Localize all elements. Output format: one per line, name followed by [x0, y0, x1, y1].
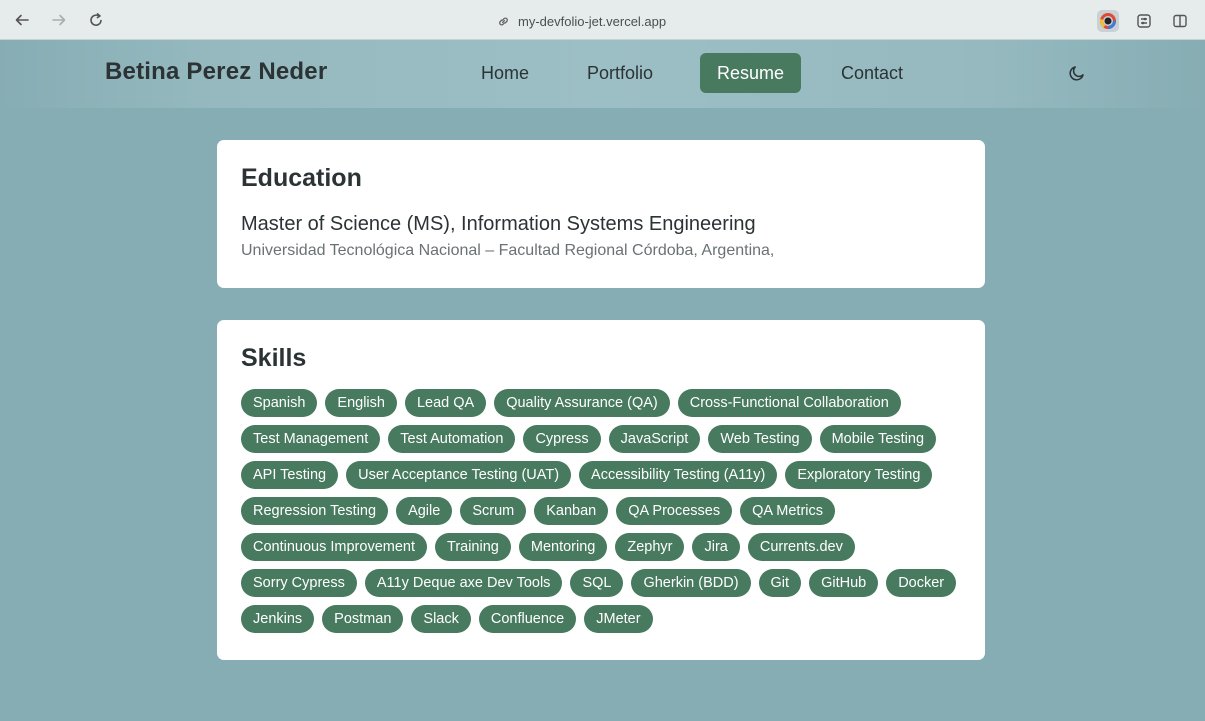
skill-tag: Accessibility Testing (A11y) — [579, 461, 778, 489]
skill-tag: Gherkin (BDD) — [631, 569, 751, 597]
theme-toggle-button[interactable] — [1066, 62, 1088, 84]
skill-tag: Confluence — [478, 605, 577, 633]
nav-home[interactable]: Home — [466, 53, 544, 93]
skill-tag: Spanish — [241, 389, 318, 417]
link-icon — [499, 17, 508, 25]
skill-tag: Docker — [886, 569, 957, 597]
skill-tag: Scrum — [460, 497, 527, 525]
forward-arrow-icon[interactable] — [49, 10, 69, 30]
skill-tag: JavaScript — [608, 425, 701, 453]
skill-tag: Slack — [411, 605, 471, 633]
nav-contact[interactable]: Contact — [826, 53, 918, 93]
skill-tag: Mentoring — [518, 533, 608, 561]
color-picker-extension-icon[interactable] — [1097, 10, 1119, 32]
skill-tag: Lead QA — [404, 389, 487, 417]
skill-tag: SQL — [570, 569, 624, 597]
skill-tag: Mobile Testing — [819, 425, 937, 453]
skill-tag: A11y Deque axe Dev Tools — [364, 569, 563, 597]
nav-portfolio[interactable]: Portfolio — [572, 53, 668, 93]
browser-toolbar: my-devfolio-jet.vercel.app — [0, 0, 1205, 40]
nav-resume[interactable]: Resume — [700, 53, 801, 93]
skill-tag: Git — [758, 569, 802, 597]
skill-tag: Exploratory Testing — [785, 461, 933, 489]
skill-tag: QA Metrics — [740, 497, 835, 525]
skill-tag: Test Management — [241, 425, 381, 453]
skill-tag: Currents.dev — [747, 533, 855, 561]
site-brand[interactable]: Betina Perez Neder — [105, 58, 327, 86]
skill-tag: Test Automation — [388, 425, 516, 453]
back-arrow-icon[interactable] — [12, 10, 32, 30]
education-card: Education Master of Science (MS), Inform… — [217, 140, 985, 288]
skill-tag: Postman — [322, 605, 404, 633]
skill-tag: Jenkins — [241, 605, 315, 633]
skill-tag: API Testing — [241, 461, 339, 489]
skill-tag: Cypress — [523, 425, 601, 453]
url-text: my-devfolio-jet.vercel.app — [518, 13, 667, 29]
skill-tag: JMeter — [584, 605, 653, 633]
skill-tag: Continuous Improvement — [241, 533, 427, 561]
skill-tag: Cross-Functional Collaboration — [677, 389, 901, 417]
skill-tag: Zephyr — [615, 533, 685, 561]
skill-tag: English — [325, 389, 397, 417]
school-name: Universidad Tecnológica Nacional – Facul… — [241, 242, 775, 259]
skills-title: Skills — [241, 344, 307, 372]
skill-tag: Jira — [692, 533, 740, 561]
skill-tag: User Acceptance Testing (UAT) — [346, 461, 572, 489]
reload-icon[interactable] — [86, 10, 106, 30]
skill-tag: Training — [435, 533, 511, 561]
skill-tag: GitHub — [809, 569, 879, 597]
moon-icon — [1069, 66, 1084, 81]
skill-tag: Agile — [396, 497, 453, 525]
address-bar[interactable]: my-devfolio-jet.vercel.app — [497, 12, 666, 30]
skill-tag: Web Testing — [708, 425, 812, 453]
skill-tag: Regression Testing — [241, 497, 389, 525]
skill-tag: Kanban — [534, 497, 609, 525]
sidebar-toggle-icon[interactable] — [1169, 10, 1191, 32]
skill-tag: QA Processes — [616, 497, 733, 525]
degree-title: Master of Science (MS), Information Syst… — [241, 213, 756, 235]
skill-tag: Sorry Cypress — [241, 569, 357, 597]
skills-card: Skills Spanish English Lead QA Quality Assu… — [217, 320, 985, 660]
extensions-icon[interactable] — [1133, 10, 1155, 32]
skill-tag-list: Spanish English Lead QA Quality Assurance (… — [241, 389, 965, 633]
education-title: Education — [241, 164, 362, 192]
skill-tag: Quality Assurance (QA) — [494, 389, 670, 417]
